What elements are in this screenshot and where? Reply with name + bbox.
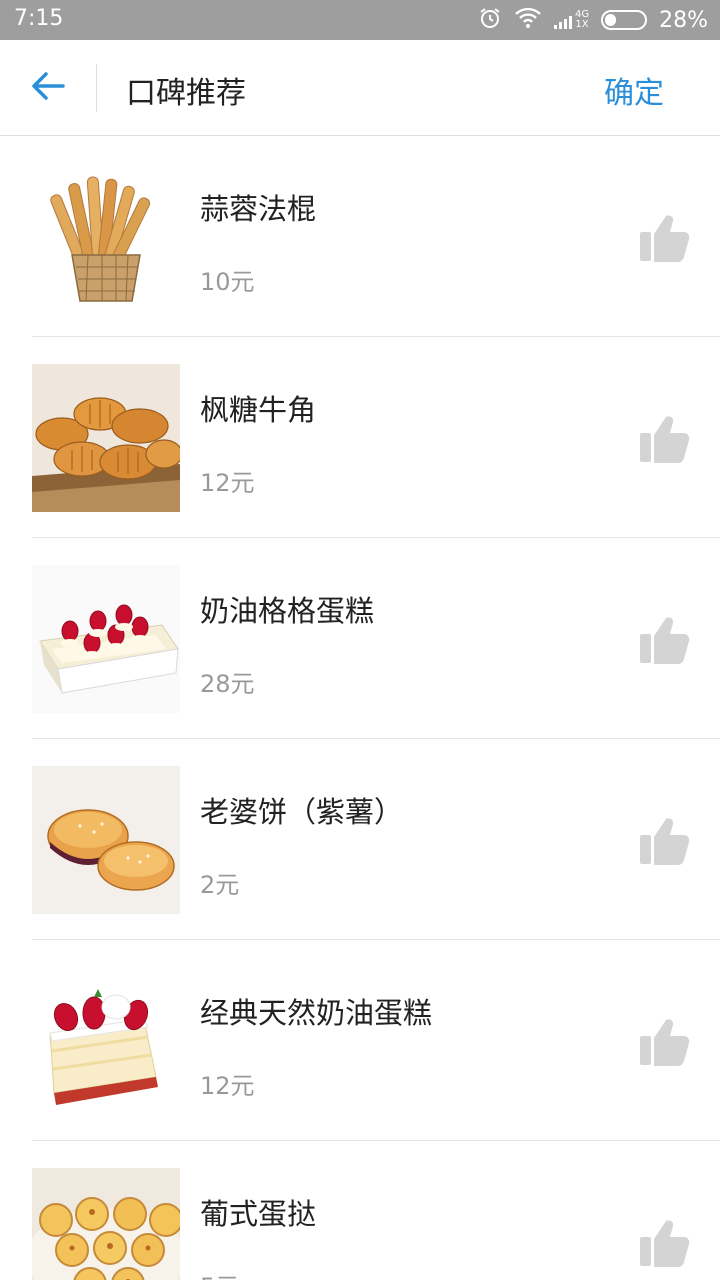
thumbs-up-icon: [640, 818, 690, 869]
wifi-icon: [514, 7, 542, 33]
app-header: 口碑推荐 确定: [0, 40, 720, 136]
purple-yam-pastry-image: [32, 766, 180, 914]
status-icons: 4G 1X 28%: [478, 4, 708, 36]
status-time: 7:15: [14, 6, 64, 31]
baguette-basket-image: [32, 163, 180, 311]
product-price: 2元: [200, 871, 240, 899]
status-bar: 7:15 4G 1X 28%: [0, 0, 720, 40]
network-type-1x: 1X: [575, 19, 589, 30]
cream-cake-slice-image: [32, 967, 180, 1115]
list-item[interactable]: 蒜蓉法棍 10元: [32, 136, 720, 337]
list-item[interactable]: 经典天然奶油蛋糕 12元: [32, 940, 720, 1141]
like-button[interactable]: [640, 616, 690, 664]
thumbs-up-icon: [640, 416, 690, 467]
like-button[interactable]: [640, 1018, 690, 1066]
product-name: 奶油格格蛋糕: [200, 594, 375, 628]
thumbs-up-icon: [640, 617, 690, 668]
strawberry-cream-cake-image: [32, 565, 180, 713]
product-name: 蒜蓉法棍: [200, 192, 317, 226]
like-button[interactable]: [640, 214, 690, 262]
product-list: 蒜蓉法棍 10元 枫糖牛角 12元 奶油格格蛋糕 28元 老婆饼（紫薯） 2元 …: [0, 136, 720, 1280]
like-button[interactable]: [640, 415, 690, 463]
list-item[interactable]: 枫糖牛角 12元: [32, 337, 720, 538]
product-price: 10元: [200, 268, 255, 296]
arrow-left-icon: [31, 71, 65, 105]
product-name: 葡式蛋挞: [200, 1197, 317, 1231]
thumbs-up-icon: [640, 1220, 690, 1271]
like-button[interactable]: [640, 1219, 690, 1267]
battery-level: [605, 14, 617, 26]
product-name: 老婆饼（紫薯）: [200, 795, 404, 829]
cellular-signal-icon: 4G 1X: [553, 10, 589, 30]
product-name: 枫糖牛角: [200, 393, 317, 427]
list-item[interactable]: 葡式蛋挞 5元: [32, 1141, 720, 1280]
product-price: 12元: [200, 469, 255, 497]
back-button[interactable]: [20, 60, 76, 116]
thumbs-up-icon: [640, 215, 690, 266]
alarm-icon: [478, 6, 502, 34]
croissants-basket-image: [32, 364, 180, 512]
list-item[interactable]: 奶油格格蛋糕 28元: [32, 538, 720, 739]
product-price: 28元: [200, 670, 255, 698]
egg-tarts-image: [32, 1168, 180, 1280]
page-title: 口碑推荐: [126, 76, 246, 111]
list-item[interactable]: 老婆饼（紫薯） 2元: [32, 739, 720, 940]
header-divider: [96, 64, 97, 112]
like-button[interactable]: [640, 817, 690, 865]
confirm-button[interactable]: 确定: [604, 68, 664, 112]
battery-icon: [601, 10, 648, 30]
battery-percent: 28%: [659, 7, 708, 33]
product-price: 5元: [200, 1267, 239, 1280]
thumbs-up-icon: [640, 1019, 690, 1070]
product-price: 12元: [200, 1072, 255, 1100]
product-name: 经典天然奶油蛋糕: [200, 996, 433, 1030]
